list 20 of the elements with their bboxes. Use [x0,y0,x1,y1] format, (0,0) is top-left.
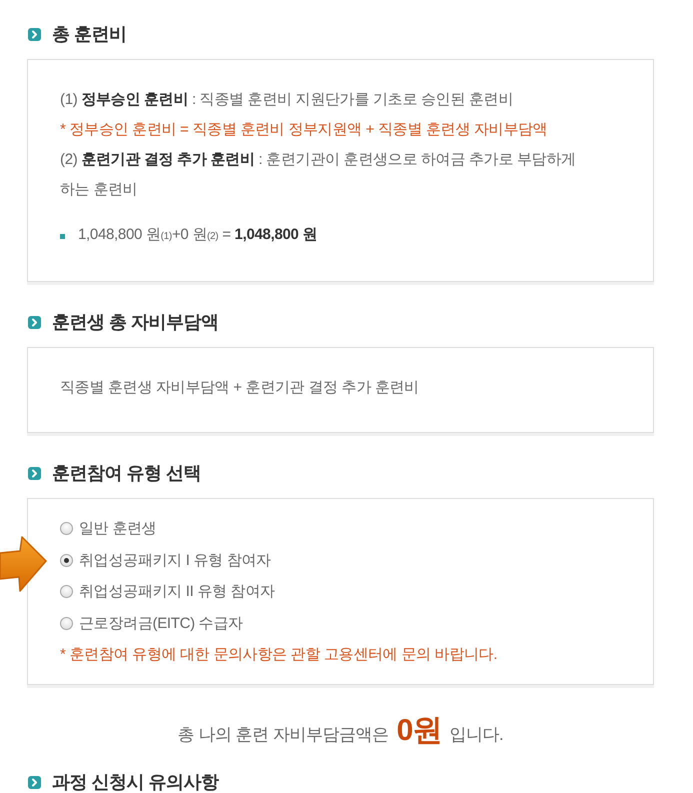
note-text: * 훈련참여 유형에 대한 문의사항은 관할 고용센터에 문의 바랍니다. [60,645,498,665]
radio-option[interactable]: 근로장려금(EITC) 수급자 [60,608,243,639]
definition-text: 직종별 훈련생 자비부담액 + 훈련기관 결정 추가 훈련비 [60,378,420,398]
radio-option[interactable]: 취업성공패키지 I 유형 참여자 [60,544,271,576]
radio-option[interactable]: 취업성공패키지 II 유형 참여자 [60,576,275,608]
chevron-icon [28,28,41,40]
section-title: 훈련참여 유형 선택 [52,462,202,485]
arrow-icon [0,534,48,594]
section-title: 총 훈련비 [52,23,127,46]
chevron-icon [28,316,41,328]
chevron-icon [28,466,41,480]
definition-text: (2) 훈련기관 결정 추가 훈련비 : 훈련기관이 훈련생으로 하여금 추가로 부담하게 하는 훈련비 [60,150,577,200]
bullet-icon [60,234,65,238]
summary-text: 총 나의 훈련 자비부담금액은 0원 입니다. [176,713,504,749]
section-title: 과정 신청시 유의사항 [52,771,219,793]
radio-option[interactable]: 일반 훈련생 [60,513,156,544]
section-title: 훈련생 총 자비부담액 [52,311,219,334]
note-text: * 정부승인 훈련비 = 직종별 훈련비 정부지원액 + 직종별 훈련생 자비부담액 [60,120,548,140]
definition-text: (1) 정부승인 훈련비 : 직종별 훈련비 지원단가를 기초로 승인된 훈련비 [60,90,514,110]
chevron-icon [28,776,41,788]
